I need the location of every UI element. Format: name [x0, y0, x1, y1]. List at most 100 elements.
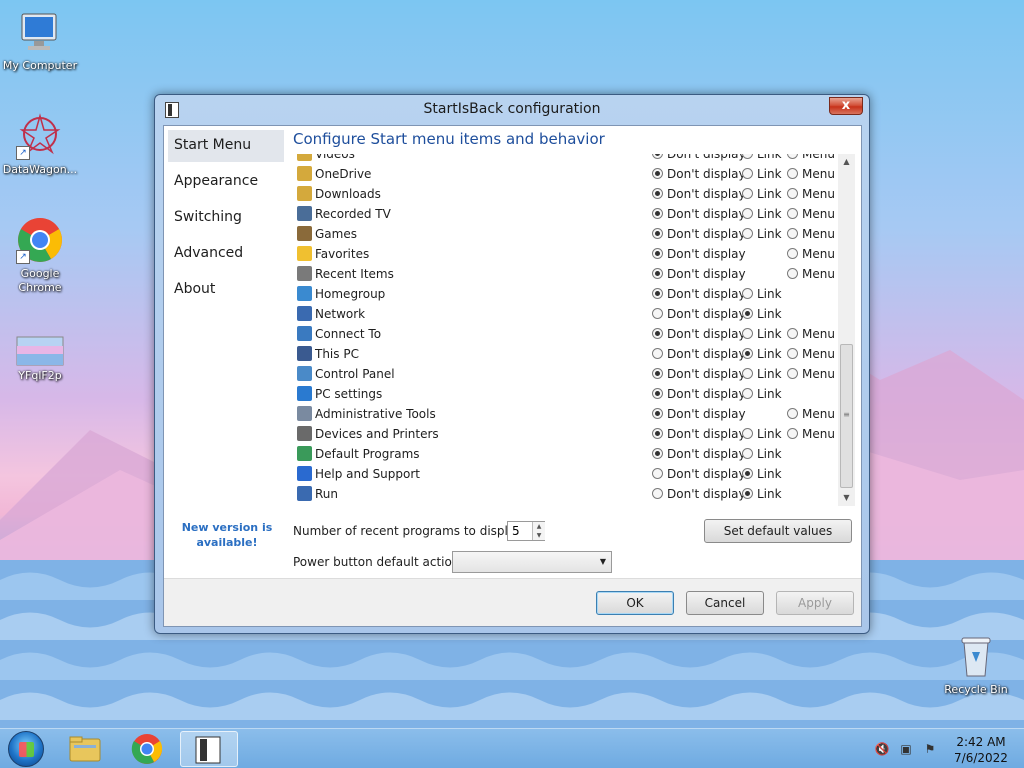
option-link[interactable]: Link: [742, 187, 782, 201]
option-link[interactable]: Link: [742, 487, 782, 501]
taskbar-clock[interactable]: 2:42 AM 7/6/2022: [950, 734, 1012, 766]
radio-link[interactable]: [742, 168, 753, 179]
option-dont[interactable]: Don't display: [652, 207, 746, 221]
radio-link[interactable]: [742, 348, 753, 359]
option-link[interactable]: Link: [742, 154, 782, 161]
recent-programs-value[interactable]: 5: [512, 524, 520, 538]
option-dont[interactable]: Don't display: [652, 327, 746, 341]
start-button[interactable]: [8, 731, 44, 767]
scroll-down-icon[interactable]: ▼: [838, 490, 855, 506]
option-dont[interactable]: Don't display: [652, 467, 746, 481]
radio-link[interactable]: [742, 288, 753, 299]
nav-item-start-menu[interactable]: Start Menu: [168, 130, 284, 162]
radio-link[interactable]: [742, 468, 753, 479]
option-link[interactable]: Link: [742, 227, 782, 241]
radio-dont[interactable]: [652, 168, 663, 179]
option-link[interactable]: Link: [742, 447, 782, 461]
radio-menu[interactable]: [787, 228, 798, 239]
radio-menu[interactable]: [787, 428, 798, 439]
radio-dont[interactable]: [652, 208, 663, 219]
nav-item-about[interactable]: About: [168, 274, 284, 306]
radio-dont[interactable]: [652, 348, 663, 359]
radio-dont[interactable]: [652, 248, 663, 259]
radio-menu[interactable]: [787, 188, 798, 199]
radio-link[interactable]: [742, 308, 753, 319]
option-menu[interactable]: Menu: [787, 367, 835, 381]
taskbar-startisback[interactable]: [180, 731, 238, 767]
option-dont[interactable]: Don't display: [652, 247, 746, 261]
radio-dont[interactable]: [652, 368, 663, 379]
radio-link[interactable]: [742, 188, 753, 199]
option-menu[interactable]: Menu: [787, 227, 835, 241]
radio-dont[interactable]: [652, 388, 663, 399]
option-menu[interactable]: Menu: [787, 327, 835, 341]
radio-link[interactable]: [742, 428, 753, 439]
radio-dont[interactable]: [652, 228, 663, 239]
option-menu[interactable]: Menu: [787, 247, 835, 261]
radio-dont[interactable]: [652, 288, 663, 299]
option-dont[interactable]: Don't display: [652, 407, 746, 421]
radio-menu[interactable]: [787, 248, 798, 259]
option-dont[interactable]: Don't display: [652, 447, 746, 461]
desktop-icon-datawagon[interactable]: ↗ DataWagon...: [0, 112, 80, 177]
radio-dont[interactable]: [652, 408, 663, 419]
apply-button[interactable]: Apply: [776, 591, 854, 615]
nav-item-switching[interactable]: Switching: [168, 202, 284, 234]
option-menu[interactable]: Menu: [787, 187, 835, 201]
option-menu[interactable]: Menu: [787, 427, 835, 441]
option-link[interactable]: Link: [742, 207, 782, 221]
close-button[interactable]: x: [829, 97, 863, 115]
radio-dont[interactable]: [652, 268, 663, 279]
taskbar-chrome[interactable]: [118, 731, 176, 767]
option-menu[interactable]: Menu: [787, 267, 835, 281]
radio-dont[interactable]: [652, 468, 663, 479]
radio-link[interactable]: [742, 448, 753, 459]
option-link[interactable]: Link: [742, 167, 782, 181]
option-dont[interactable]: Don't display: [652, 487, 746, 501]
desktop-icon-image-file[interactable]: YFqlF2p: [0, 336, 80, 383]
option-dont[interactable]: Don't display: [652, 347, 746, 361]
radio-dont[interactable]: [652, 154, 663, 159]
option-link[interactable]: Link: [742, 367, 782, 381]
desktop-icon-my-computer[interactable]: My Computer: [0, 8, 80, 73]
radio-dont[interactable]: [652, 308, 663, 319]
option-dont[interactable]: Don't display: [652, 387, 746, 401]
option-dont[interactable]: Don't display: [652, 427, 746, 441]
option-dont[interactable]: Don't display: [652, 187, 746, 201]
radio-link[interactable]: [742, 368, 753, 379]
stepper-down-icon[interactable]: ▼: [532, 531, 545, 540]
scrollbar-thumb[interactable]: ≡: [840, 344, 853, 488]
list-scrollbar[interactable]: ▲ ≡ ▼: [838, 154, 855, 506]
option-link[interactable]: Link: [742, 427, 782, 441]
power-button-action-select[interactable]: ▼: [452, 551, 612, 573]
radio-dont[interactable]: [652, 448, 663, 459]
title-bar[interactable]: StartIsBack configuration x: [155, 95, 869, 123]
set-default-values-button[interactable]: Set default values: [704, 519, 852, 543]
scroll-up-icon[interactable]: ▲: [838, 154, 855, 170]
option-link[interactable]: Link: [742, 347, 782, 361]
radio-link[interactable]: [742, 388, 753, 399]
option-dont[interactable]: Don't display: [652, 287, 746, 301]
option-menu[interactable]: Menu: [787, 207, 835, 221]
radio-menu[interactable]: [787, 208, 798, 219]
radio-menu[interactable]: [787, 154, 798, 159]
option-menu[interactable]: Menu: [787, 154, 835, 161]
option-dont[interactable]: Don't display: [652, 367, 746, 381]
radio-menu[interactable]: [787, 368, 798, 379]
radio-dont[interactable]: [652, 488, 663, 499]
radio-link[interactable]: [742, 328, 753, 339]
radio-menu[interactable]: [787, 168, 798, 179]
volume-muted-icon[interactable]: 🔇: [874, 742, 890, 756]
stepper-up-icon[interactable]: ▲: [532, 522, 545, 531]
cancel-button[interactable]: Cancel: [686, 591, 764, 615]
radio-link[interactable]: [742, 488, 753, 499]
option-menu[interactable]: Menu: [787, 407, 835, 421]
nav-item-advanced[interactable]: Advanced: [168, 238, 284, 270]
recent-programs-stepper[interactable]: 5 ▲ ▼: [507, 521, 545, 541]
option-link[interactable]: Link: [742, 287, 782, 301]
option-dont[interactable]: Don't display: [652, 167, 746, 181]
ok-button[interactable]: OK: [596, 591, 674, 615]
network-icon[interactable]: ▣: [898, 742, 914, 756]
taskbar-windows-explorer[interactable]: [56, 731, 114, 767]
radio-link[interactable]: [742, 208, 753, 219]
